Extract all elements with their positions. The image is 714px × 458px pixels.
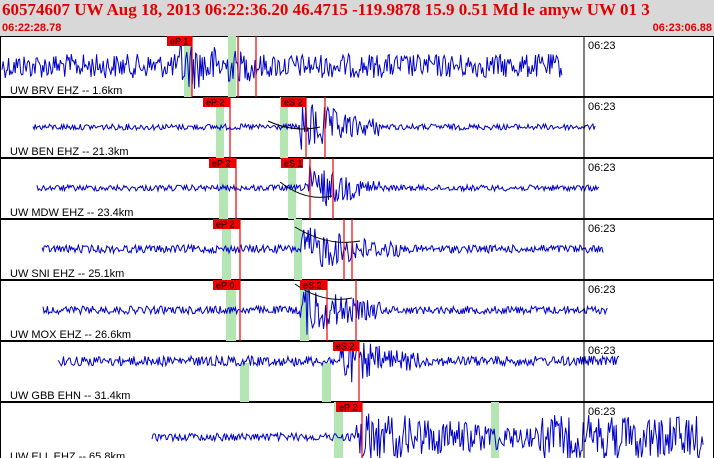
- time-tick-label: 06:23: [588, 345, 616, 357]
- waveform-trace: [36, 165, 600, 207]
- phase-pick-label: eS 2: [336, 342, 355, 352]
- time-tick-label: 06:23: [588, 223, 616, 235]
- phase-pick-label: eS 2: [284, 98, 303, 108]
- pick-window-shade: [322, 363, 331, 402]
- window-start-time: 06:22:28.78: [2, 22, 62, 34]
- waveform-trace: [1, 45, 563, 89]
- phase-pick-label: eP 2: [206, 98, 224, 108]
- pick-window-shade: [240, 363, 249, 402]
- trace-panel[interactable]: eP 1 06:23 UW BRV EHZ -- 1.6km: [0, 36, 714, 97]
- seismogram-panel[interactable]: eP 1 06:23 UW BRV EHZ -- 1.6km eP 2 eS 2 06:2…: [0, 36, 714, 458]
- phase-pick-label: eP 2: [212, 159, 230, 169]
- station-label: UW SNI EHZ -- 25.1km: [10, 268, 124, 280]
- trace-panel[interactable]: eP 0 eS 2 06:23 UW MOX EHZ -- 26.6km: [0, 280, 714, 341]
- trace-panel[interactable]: eS 2 06:23 UW GBB EHN -- 31.4km: [0, 341, 714, 402]
- phase-pick-label: eP 2: [216, 220, 234, 230]
- time-tick-label: 06:23: [588, 284, 616, 296]
- station-label: UW MDW EHZ -- 23.4km: [10, 207, 133, 219]
- station-label: UW MOX EHZ -- 26.6km: [10, 329, 131, 341]
- trace-panel[interactable]: eP 2 06:23 UW ELL EHZ -- 65.8km: [0, 402, 714, 458]
- waveform-trace: [32, 101, 596, 150]
- trace-panel[interactable]: eP 2 eS 2 06:23 UW BEN EHZ -- 21.3km: [0, 97, 714, 158]
- time-tick-label: 06:23: [588, 406, 616, 418]
- event-header: 60574607 UW Aug 18, 2013 06:22:36.20 46.…: [0, 0, 714, 36]
- trace-panel[interactable]: eP 2 06:23 UW SNI EHZ -- 25.1km: [0, 219, 714, 280]
- station-label: UW BRV EHZ -- 1.6km: [10, 85, 122, 97]
- phase-pick-label: eP 2: [339, 403, 357, 413]
- phase-pick-label: eS 2: [303, 281, 322, 291]
- phase-pick-label: eP 0: [216, 281, 234, 291]
- window-end-time: 06:23:06.88: [652, 22, 712, 34]
- time-tick-label: 06:23: [588, 40, 616, 52]
- time-tick-label: 06:23: [588, 101, 616, 113]
- waveform-trace: [42, 287, 608, 335]
- station-label: UW BEN EHZ -- 21.3km: [10, 146, 129, 158]
- phase-pick-label: eS 1: [284, 159, 303, 169]
- station-label: UW GBB EHN -- 31.4km: [10, 390, 130, 402]
- waveform-trace: [151, 413, 704, 458]
- trace-panel[interactable]: eP 2 eS 1 06:23 UW MDW EHZ -- 23.4km: [0, 158, 714, 219]
- event-title: 60574607 UW Aug 18, 2013 06:22:36.20 46.…: [2, 0, 650, 19]
- waveform-trace: [41, 227, 604, 268]
- time-tick-label: 06:23: [588, 162, 616, 174]
- station-label: UW ELL EHZ -- 65.8km: [10, 451, 125, 458]
- phase-pick-label: eP 1: [170, 37, 188, 47]
- pick-window-shade: [491, 402, 499, 458]
